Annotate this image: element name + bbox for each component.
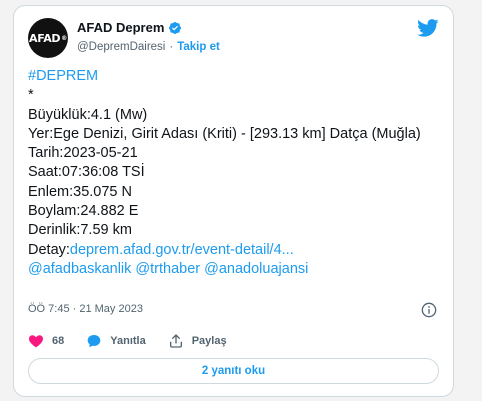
latitude-line: Enlem:35.075 N [28, 183, 132, 200]
avatar[interactable]: AFAD ® [28, 18, 68, 58]
tweet-card: AFAD ® AFAD Deprem @DepremDairesi · Takip… [13, 5, 454, 397]
handle[interactable]: @DepremDairesi [77, 41, 165, 53]
handle-row: @DepremDairesi · Takip et [77, 41, 220, 53]
display-name[interactable]: AFAD Deprem [77, 20, 164, 35]
time-line: Saat:07:36:08 TSİ [28, 164, 145, 181]
location-line: Yer:Ege Denizi, Girit Adası (Kriti) - [2… [28, 125, 421, 142]
date-line: Tarih:2023-05-21 [28, 145, 138, 162]
depth-line: Derinlik:7.59 km [28, 222, 132, 239]
magnitude-line: Büyüklük:4.1 (Mw) [28, 106, 148, 123]
verified-badge-icon [169, 21, 182, 34]
reply-bubble-icon [87, 335, 101, 348]
separator: · [169, 41, 174, 53]
like-button[interactable]: 68 [28, 333, 64, 349]
tweet-text: #DEPREM * Büyüklük:4.1 (Mw) Yer:Ege Deni… [28, 67, 439, 279]
reply-button[interactable]: Yanıtla [86, 333, 146, 349]
detail-link[interactable]: deprem.afad.gov.tr/event-detail/4... [70, 242, 294, 258]
longitude-line: Boylam:24.882 E [28, 203, 139, 220]
tweet-header: AFAD ® AFAD Deprem @DepremDairesi · Takip… [28, 16, 439, 60]
share-label: Paylaş [191, 335, 227, 347]
author-name-row: AFAD Deprem [77, 20, 182, 35]
read-replies-button[interactable]: 2 yanıtı oku [28, 358, 439, 384]
heart-icon [29, 335, 43, 348]
reply-label: Yanıtla [110, 335, 146, 347]
like-count: 68 [52, 335, 65, 347]
tweet-timestamp[interactable]: ÖÖ 7:45 · 21 May 2023 [28, 303, 143, 315]
mentions-links[interactable]: @afadbaskanlik @trthaber @anadoluajansi [28, 261, 308, 277]
follow-button[interactable]: Takip et [177, 41, 220, 53]
hashtag-link[interactable]: #DEPREM [28, 68, 98, 84]
action-bar: 68 Yanıtla Paylaş [28, 333, 249, 349]
info-icon[interactable] [420, 301, 438, 319]
detail-line: Detay:deprem.afad.gov.tr/event-detail/4.… [28, 241, 439, 260]
share-button[interactable]: Paylaş [168, 333, 227, 349]
avatar-text: AFAD [29, 31, 61, 45]
star-line: * [28, 87, 34, 104]
detail-label: Detay: [28, 241, 70, 258]
share-icon [169, 334, 182, 348]
twitter-bird-icon[interactable] [417, 17, 439, 39]
